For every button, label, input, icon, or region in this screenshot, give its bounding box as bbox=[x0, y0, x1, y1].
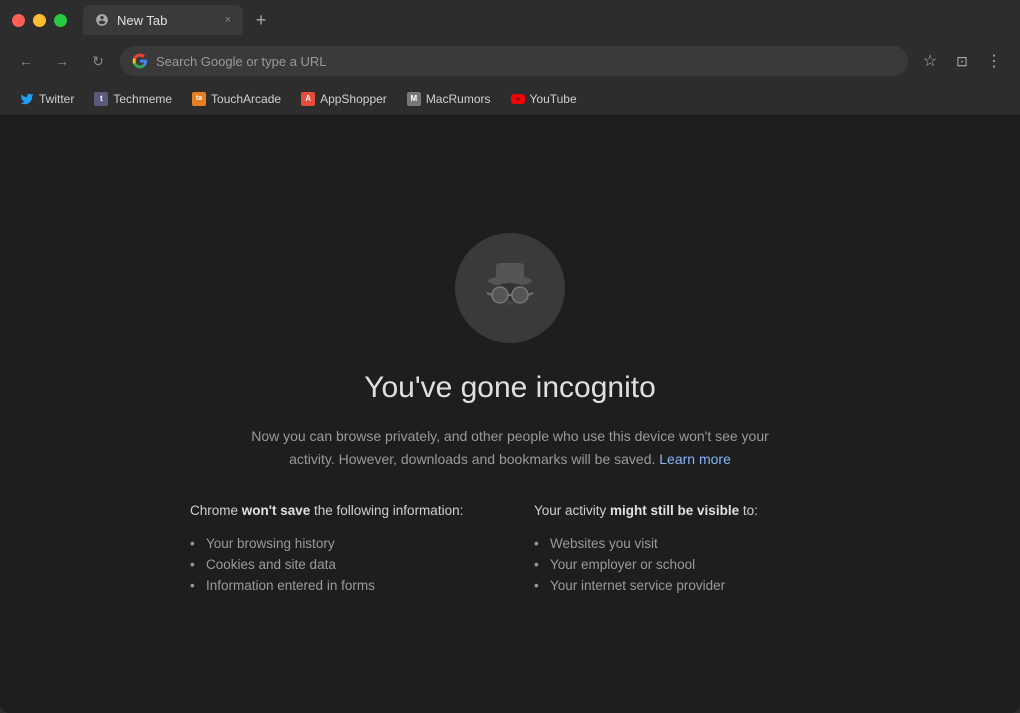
toucharcade-icon: ta bbox=[192, 92, 206, 106]
still-visible-header: Your activity might still be visible to: bbox=[534, 502, 830, 521]
tab-close-button[interactable]: × bbox=[225, 14, 231, 26]
menu-button[interactable]: ⋮ bbox=[980, 47, 1008, 75]
still-visible-pre: Your activity bbox=[534, 503, 610, 518]
bookmark-toucharcade-label: TouchArcade bbox=[211, 92, 281, 106]
macrumors-icon: M bbox=[407, 92, 421, 106]
address-text: Search Google or type a URL bbox=[156, 54, 327, 69]
browser-window: New Tab × + ← → ↻ Search Google or type … bbox=[0, 0, 1020, 713]
incognito-icon bbox=[475, 253, 545, 323]
wont-save-pre: Chrome bbox=[190, 503, 242, 518]
wont-save-post: the following information: bbox=[310, 503, 463, 518]
bookmark-youtube[interactable]: YouTube bbox=[503, 88, 585, 110]
bookmark-appshopper-label: AppShopper bbox=[320, 92, 387, 106]
wont-save-bold: won't save bbox=[242, 503, 310, 518]
wont-save-header: Chrome won't save the following informat… bbox=[190, 502, 486, 521]
bookmarks-bar: Twitter t Techmeme ta TouchArcade A AppS… bbox=[0, 82, 1020, 116]
bookmark-youtube-label: YouTube bbox=[530, 92, 577, 106]
bookmark-twitter-label: Twitter bbox=[39, 92, 74, 106]
list-item: Your internet service provider bbox=[534, 575, 830, 596]
toolbar-actions: ☆ ⊡ ⋮ bbox=[916, 47, 1008, 75]
active-tab[interactable]: New Tab × bbox=[83, 5, 243, 35]
incognito-avatar-circle bbox=[455, 233, 565, 343]
tab-bar: New Tab × + bbox=[83, 5, 275, 35]
bookmark-star-button[interactable]: ☆ bbox=[916, 47, 944, 75]
wont-save-list: Your browsing history Cookies and site d… bbox=[190, 533, 486, 596]
close-button[interactable] bbox=[12, 14, 25, 27]
info-grid: Chrome won't save the following informat… bbox=[190, 502, 830, 596]
forward-button[interactable]: → bbox=[48, 47, 76, 75]
list-item: Websites you visit bbox=[534, 533, 830, 554]
bookmark-twitter[interactable]: Twitter bbox=[12, 88, 82, 110]
techmeme-icon: t bbox=[94, 92, 108, 106]
titlebar: New Tab × + bbox=[0, 0, 1020, 40]
wont-save-column: Chrome won't save the following informat… bbox=[190, 502, 486, 596]
twitter-icon bbox=[20, 92, 34, 106]
incognito-title: You've gone incognito bbox=[364, 371, 656, 405]
main-content: You've gone incognito Now you can browse… bbox=[0, 116, 1020, 713]
bookmark-macrumors[interactable]: M MacRumors bbox=[399, 88, 499, 110]
bookmark-macrumors-label: MacRumors bbox=[426, 92, 491, 106]
still-visible-bold: might still be visible bbox=[610, 503, 739, 518]
new-tab-button[interactable]: + bbox=[247, 6, 275, 34]
back-button[interactable]: ← bbox=[12, 47, 40, 75]
list-item: Your browsing history bbox=[190, 533, 486, 554]
learn-more-link[interactable]: Learn more bbox=[659, 451, 731, 467]
youtube-icon bbox=[511, 92, 525, 106]
tab-incognito-icon bbox=[95, 13, 109, 27]
still-visible-column: Your activity might still be visible to:… bbox=[534, 502, 830, 596]
still-visible-post: to: bbox=[739, 503, 758, 518]
minimize-button[interactable] bbox=[33, 14, 46, 27]
cast-button[interactable]: ⊡ bbox=[948, 47, 976, 75]
appshopper-icon: A bbox=[301, 92, 315, 106]
toolbar: ← → ↻ Search Google or type a URL ☆ ⊡ ⋮ bbox=[0, 40, 1020, 82]
bookmark-appshopper[interactable]: A AppShopper bbox=[293, 88, 395, 110]
list-item: Information entered in forms bbox=[190, 575, 486, 596]
list-item: Cookies and site data bbox=[190, 554, 486, 575]
bookmark-toucharcade[interactable]: ta TouchArcade bbox=[184, 88, 289, 110]
incognito-description: Now you can browse privately, and other … bbox=[240, 425, 780, 470]
bookmark-techmeme[interactable]: t Techmeme bbox=[86, 88, 180, 110]
reload-button[interactable]: ↻ bbox=[84, 47, 112, 75]
maximize-button[interactable] bbox=[54, 14, 67, 27]
still-visible-list: Websites you visit Your employer or scho… bbox=[534, 533, 830, 596]
window-controls bbox=[12, 14, 67, 27]
address-bar[interactable]: Search Google or type a URL bbox=[120, 46, 908, 76]
google-icon bbox=[132, 53, 148, 69]
tab-title: New Tab bbox=[117, 13, 167, 28]
list-item: Your employer or school bbox=[534, 554, 830, 575]
bookmark-techmeme-label: Techmeme bbox=[113, 92, 172, 106]
